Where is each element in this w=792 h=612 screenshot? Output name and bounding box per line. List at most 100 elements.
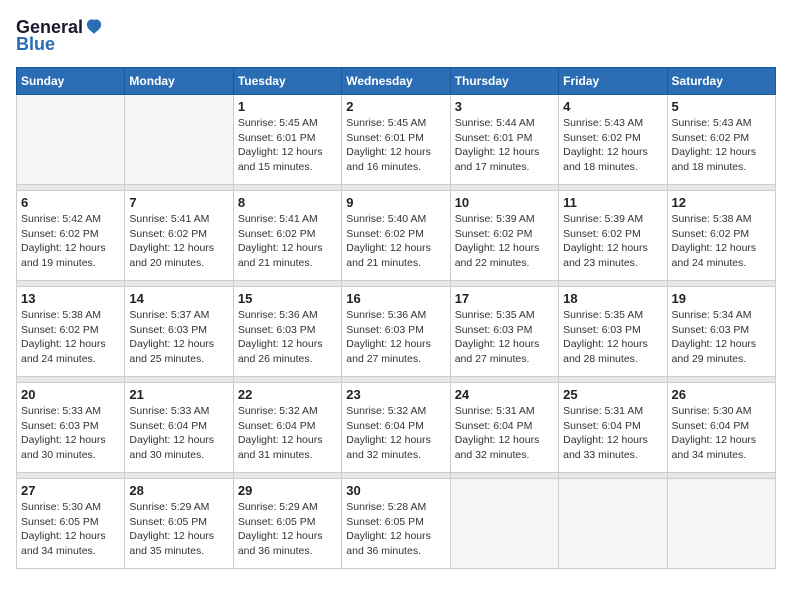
day-info: Sunrise: 5:45 AMSunset: 6:01 PMDaylight:… (238, 116, 337, 175)
day-number: 3 (455, 99, 554, 114)
day-number: 23 (346, 387, 445, 402)
calendar-cell: 15 Sunrise: 5:36 AMSunset: 6:03 PMDayligh… (233, 287, 341, 377)
header: General Blue (16, 16, 776, 55)
calendar-cell: 9 Sunrise: 5:40 AMSunset: 6:02 PMDaylight… (342, 191, 450, 281)
calendar-cell: 24 Sunrise: 5:31 AMSunset: 6:04 PMDayligh… (450, 383, 558, 473)
day-number: 14 (129, 291, 228, 306)
calendar-cell (125, 95, 233, 185)
day-info: Sunrise: 5:36 AMSunset: 6:03 PMDaylight:… (346, 308, 445, 367)
day-number: 12 (672, 195, 771, 210)
day-number: 7 (129, 195, 228, 210)
day-number: 13 (21, 291, 120, 306)
day-info: Sunrise: 5:33 AMSunset: 6:03 PMDaylight:… (21, 404, 120, 463)
calendar-week-row: 20 Sunrise: 5:33 AMSunset: 6:03 PMDayligh… (17, 383, 776, 473)
day-info: Sunrise: 5:29 AMSunset: 6:05 PMDaylight:… (238, 500, 337, 559)
day-info: Sunrise: 5:30 AMSunset: 6:05 PMDaylight:… (21, 500, 120, 559)
day-number: 1 (238, 99, 337, 114)
day-info: Sunrise: 5:39 AMSunset: 6:02 PMDaylight:… (563, 212, 662, 271)
day-info: Sunrise: 5:34 AMSunset: 6:03 PMDaylight:… (672, 308, 771, 367)
day-number: 15 (238, 291, 337, 306)
day-info: Sunrise: 5:32 AMSunset: 6:04 PMDaylight:… (238, 404, 337, 463)
day-header-sunday: Sunday (17, 68, 125, 95)
day-info: Sunrise: 5:45 AMSunset: 6:01 PMDaylight:… (346, 116, 445, 175)
calendar-cell: 2Sunrise: 5:45 AMSunset: 6:01 PMDaylight… (342, 95, 450, 185)
day-header-monday: Monday (125, 68, 233, 95)
day-number: 19 (672, 291, 771, 306)
calendar-cell: 16 Sunrise: 5:36 AMSunset: 6:03 PMDayligh… (342, 287, 450, 377)
calendar-cell: 12 Sunrise: 5:38 AMSunset: 6:02 PMDayligh… (667, 191, 775, 281)
day-number: 24 (455, 387, 554, 402)
calendar-cell: 3 Sunrise: 5:44 AMSunset: 6:01 PMDaylight… (450, 95, 558, 185)
day-number: 28 (129, 483, 228, 498)
day-number: 16 (346, 291, 445, 306)
day-info: Sunrise: 5:35 AMSunset: 6:03 PMDaylight:… (563, 308, 662, 367)
day-number: 20 (21, 387, 120, 402)
calendar-table: SundayMondayTuesdayWednesdayThursdayFrid… (16, 67, 776, 569)
day-number: 10 (455, 195, 554, 210)
calendar-cell: 30Sunrise: 5:28 AMSunset: 6:05 PMDayligh… (342, 479, 450, 569)
day-number: 21 (129, 387, 228, 402)
day-info: Sunrise: 5:31 AMSunset: 6:04 PMDaylight:… (455, 404, 554, 463)
calendar-cell: 1 Sunrise: 5:45 AMSunset: 6:01 PMDaylight… (233, 95, 341, 185)
day-number: 29 (238, 483, 337, 498)
calendar-cell: 23 Sunrise: 5:32 AMSunset: 6:04 PMDayligh… (342, 383, 450, 473)
day-info: Sunrise: 5:28 AMSunset: 6:05 PMDaylight:… (346, 500, 445, 559)
day-info: Sunrise: 5:43 AMSunset: 6:02 PMDaylight:… (563, 116, 662, 175)
calendar-cell: 27 Sunrise: 5:30 AMSunset: 6:05 PMDayligh… (17, 479, 125, 569)
calendar-cell (17, 95, 125, 185)
day-number: 26 (672, 387, 771, 402)
day-info: Sunrise: 5:41 AMSunset: 6:02 PMDaylight:… (129, 212, 228, 271)
calendar-cell: 17 Sunrise: 5:35 AMSunset: 6:03 PMDayligh… (450, 287, 558, 377)
calendar-cell: 14 Sunrise: 5:37 AMSunset: 6:03 PMDayligh… (125, 287, 233, 377)
calendar-cell (667, 479, 775, 569)
logo-bird-icon (83, 16, 105, 38)
calendar-cell: 18Sunrise: 5:35 AMSunset: 6:03 PMDayligh… (559, 287, 667, 377)
calendar-cell: 29 Sunrise: 5:29 AMSunset: 6:05 PMDayligh… (233, 479, 341, 569)
calendar-cell: 20 Sunrise: 5:33 AMSunset: 6:03 PMDayligh… (17, 383, 125, 473)
day-info: Sunrise: 5:31 AMSunset: 6:04 PMDaylight:… (563, 404, 662, 463)
day-number: 27 (21, 483, 120, 498)
day-info: Sunrise: 5:37 AMSunset: 6:03 PMDaylight:… (129, 308, 228, 367)
day-info: Sunrise: 5:38 AMSunset: 6:02 PMDaylight:… (21, 308, 120, 367)
calendar-header-row: SundayMondayTuesdayWednesdayThursdayFrid… (17, 68, 776, 95)
day-info: Sunrise: 5:41 AMSunset: 6:02 PMDaylight:… (238, 212, 337, 271)
calendar-week-row: 6 Sunrise: 5:42 AMSunset: 6:02 PMDaylight… (17, 191, 776, 281)
day-info: Sunrise: 5:33 AMSunset: 6:04 PMDaylight:… (129, 404, 228, 463)
day-info: Sunrise: 5:40 AMSunset: 6:02 PMDaylight:… (346, 212, 445, 271)
day-number: 6 (21, 195, 120, 210)
calendar-cell: 4 Sunrise: 5:43 AMSunset: 6:02 PMDaylight… (559, 95, 667, 185)
day-info: Sunrise: 5:39 AMSunset: 6:02 PMDaylight:… (455, 212, 554, 271)
day-number: 25 (563, 387, 662, 402)
day-header-wednesday: Wednesday (342, 68, 450, 95)
day-number: 17 (455, 291, 554, 306)
calendar-cell (559, 479, 667, 569)
day-number: 11 (563, 195, 662, 210)
calendar-cell: 7 Sunrise: 5:41 AMSunset: 6:02 PMDaylight… (125, 191, 233, 281)
day-info: Sunrise: 5:43 AMSunset: 6:02 PMDaylight:… (672, 116, 771, 175)
day-info: Sunrise: 5:32 AMSunset: 6:04 PMDaylight:… (346, 404, 445, 463)
day-info: Sunrise: 5:36 AMSunset: 6:03 PMDaylight:… (238, 308, 337, 367)
calendar-cell: 26 Sunrise: 5:30 AMSunset: 6:04 PMDayligh… (667, 383, 775, 473)
day-number: 9 (346, 195, 445, 210)
day-number: 4 (563, 99, 662, 114)
day-info: Sunrise: 5:42 AMSunset: 6:02 PMDaylight:… (21, 212, 120, 271)
day-info: Sunrise: 5:29 AMSunset: 6:05 PMDaylight:… (129, 500, 228, 559)
logo-blue-text: Blue (16, 34, 55, 55)
day-number: 22 (238, 387, 337, 402)
calendar-cell: 11 Sunrise: 5:39 AMSunset: 6:02 PMDayligh… (559, 191, 667, 281)
day-info: Sunrise: 5:38 AMSunset: 6:02 PMDaylight:… (672, 212, 771, 271)
day-info: Sunrise: 5:35 AMSunset: 6:03 PMDaylight:… (455, 308, 554, 367)
calendar-cell: 28 Sunrise: 5:29 AMSunset: 6:05 PMDayligh… (125, 479, 233, 569)
calendar-week-row: 1 Sunrise: 5:45 AMSunset: 6:01 PMDaylight… (17, 95, 776, 185)
calendar-cell: 10 Sunrise: 5:39 AMSunset: 6:02 PMDayligh… (450, 191, 558, 281)
day-header-friday: Friday (559, 68, 667, 95)
calendar-cell (450, 479, 558, 569)
calendar-cell: 25 Sunrise: 5:31 AMSunset: 6:04 PMDayligh… (559, 383, 667, 473)
calendar-cell: 13 Sunrise: 5:38 AMSunset: 6:02 PMDayligh… (17, 287, 125, 377)
day-info: Sunrise: 5:30 AMSunset: 6:04 PMDaylight:… (672, 404, 771, 463)
calendar-cell: 22 Sunrise: 5:32 AMSunset: 6:04 PMDayligh… (233, 383, 341, 473)
day-info: Sunrise: 5:44 AMSunset: 6:01 PMDaylight:… (455, 116, 554, 175)
calendar-cell: 8 Sunrise: 5:41 AMSunset: 6:02 PMDaylight… (233, 191, 341, 281)
day-number: 8 (238, 195, 337, 210)
calendar-cell: 19 Sunrise: 5:34 AMSunset: 6:03 PMDayligh… (667, 287, 775, 377)
